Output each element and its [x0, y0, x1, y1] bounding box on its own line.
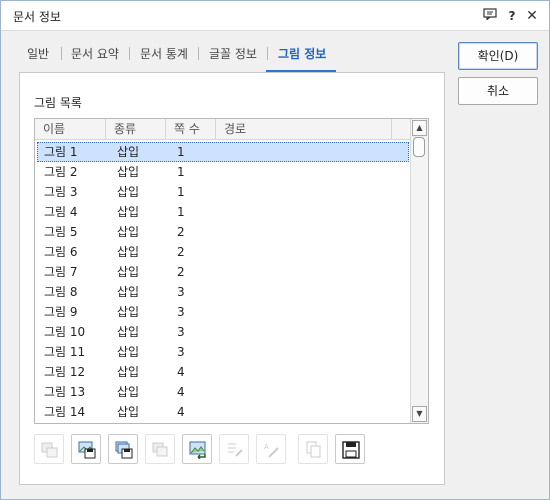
save-icon[interactable]	[335, 434, 365, 464]
table-row[interactable]: 그림 10 삽입 3	[37, 322, 409, 342]
table-row[interactable]: 그림 12 삽입 4	[37, 362, 409, 382]
image-name-cell: 그림 7	[44, 265, 78, 279]
image-type-cell: 삽입	[117, 265, 140, 279]
image-name-cell: 그림 12	[44, 365, 86, 379]
table-row[interactable]: 그림 9 삽입 3	[37, 302, 409, 322]
title-bar: 문서 정보 ? ✕	[1, 1, 549, 31]
image-type-cell: 삽입	[117, 345, 140, 359]
tab-image-info[interactable]: 그림 정보	[278, 45, 326, 62]
image-page-cell: 1	[177, 185, 185, 199]
image-page-cell: 1	[177, 145, 185, 159]
tab-separator	[61, 47, 62, 60]
table-row[interactable]: 그림 4 삽입 1	[37, 202, 409, 222]
tab-font-info[interactable]: 글꼴 정보	[209, 45, 257, 62]
tab-separator	[267, 47, 268, 60]
image-type-cell: 삽입	[117, 325, 140, 339]
image-type-cell: 삽입	[117, 165, 140, 179]
image-page-cell: 4	[177, 385, 185, 399]
column-header-path[interactable]: 경로	[216, 119, 392, 140]
table-row[interactable]: 그림 11 삽입 3	[37, 342, 409, 362]
cancel-button[interactable]: 취소	[458, 77, 538, 105]
image-list-label: 그림 목록	[34, 96, 82, 110]
tab-separator	[129, 47, 130, 60]
scroll-up-icon[interactable]: ▲	[412, 120, 427, 136]
image-page-cell: 3	[177, 345, 185, 359]
list-rows: 그림 1 삽입 1 그림 2 삽입 1 그림 3 삽입 1 그림 4 삽입 1 그림 5 삽입 2 그림 6 삽…	[37, 142, 409, 422]
image-page-cell: 1	[177, 205, 185, 219]
image-name-cell: 그림 14	[44, 405, 86, 419]
image-type-cell: 삽입	[117, 305, 140, 319]
image-page-cell: 1	[177, 165, 185, 179]
image-name-cell: 그림 5	[44, 225, 78, 239]
image-type-cell: 삽입	[117, 225, 140, 239]
image-name-cell: 그림 1	[44, 145, 78, 159]
image-page-cell: 3	[177, 325, 185, 339]
image-page-cell: 2	[177, 265, 185, 279]
image-type-cell: 삽입	[117, 405, 140, 419]
image-type-cell: 삽입	[117, 365, 140, 379]
image-name-cell: 그림 6	[44, 245, 78, 259]
tab-separator	[198, 47, 199, 60]
image-extract-icon[interactable]	[34, 434, 64, 464]
image-type-cell: 삽입	[117, 185, 140, 199]
tab-statistics[interactable]: 문서 통계	[140, 45, 188, 62]
image-properties-icon[interactable]	[219, 434, 249, 464]
image-type-cell: 삽입	[117, 245, 140, 259]
image-page-cell: 2	[177, 225, 185, 239]
image-save-icon[interactable]	[71, 434, 101, 464]
ok-button[interactable]: 확인(D)	[458, 42, 538, 70]
table-row[interactable]: 그림 2 삽입 1	[37, 162, 409, 182]
chat-icon[interactable]	[481, 7, 499, 25]
tab-general[interactable]: 일반	[27, 45, 49, 62]
image-type-cell: 삽입	[117, 145, 140, 159]
image-name-cell: 그림 11	[44, 345, 86, 359]
table-row[interactable]: 그림 3 삽입 1	[37, 182, 409, 202]
image-name-cell: 그림 8	[44, 285, 78, 299]
copy-icon[interactable]	[298, 434, 328, 464]
window-title: 문서 정보	[13, 10, 61, 24]
image-page-cell: 3	[177, 285, 185, 299]
image-name-cell: 그림 9	[44, 305, 78, 319]
document-info-dialog: 문서 정보 ? ✕ 일반 문서 요약 문서 통계 글꼴 정보 그림 정보 그림 …	[0, 0, 550, 500]
svg-text:A: A	[264, 444, 269, 451]
scroll-down-icon[interactable]: ▼	[412, 406, 427, 422]
image-type-cell: 삽입	[117, 385, 140, 399]
help-icon[interactable]: ?	[503, 7, 521, 25]
table-row[interactable]: 그림 8 삽입 3	[37, 282, 409, 302]
image-name-cell: 그림 13	[44, 385, 86, 399]
vertical-scrollbar[interactable]: ▲ ▼	[410, 119, 428, 423]
image-type-cell: 삽입	[117, 205, 140, 219]
scroll-thumb[interactable]	[413, 137, 425, 157]
table-row[interactable]: 그림 1 삽입 1	[37, 142, 409, 162]
image-name-cell: 그림 2	[44, 165, 78, 179]
image-page-cell: 4	[177, 365, 185, 379]
image-goto-icon[interactable]	[182, 434, 212, 464]
images-save-all-icon[interactable]	[108, 434, 138, 464]
image-page-cell: 4	[177, 405, 185, 419]
image-name-cell: 그림 10	[44, 325, 86, 339]
image-rename-icon[interactable]: A	[256, 434, 286, 464]
image-copy-icon[interactable]	[145, 434, 175, 464]
image-page-cell: 2	[177, 245, 185, 259]
table-row[interactable]: 그림 7 삽입 2	[37, 262, 409, 282]
table-row[interactable]: 그림 14 삽입 4	[37, 402, 409, 422]
tab-summary[interactable]: 문서 요약	[71, 45, 119, 62]
column-header-type[interactable]: 종류	[106, 119, 166, 140]
column-header-name[interactable]: 이름	[35, 119, 106, 140]
image-name-cell: 그림 4	[44, 205, 78, 219]
table-row[interactable]: 그림 5 삽입 2	[37, 222, 409, 242]
image-list[interactable]: 이름 종류 쪽 수 경로 그림 1 삽입 1 그림 2 삽입 1 그림 3 삽입 1 그림 4 삽입…	[34, 118, 429, 424]
close-icon[interactable]: ✕	[523, 7, 541, 25]
image-type-cell: 삽입	[117, 285, 140, 299]
image-page-cell: 3	[177, 305, 185, 319]
table-row[interactable]: 그림 13 삽입 4	[37, 382, 409, 402]
table-row[interactable]: 그림 6 삽입 2	[37, 242, 409, 262]
image-name-cell: 그림 3	[44, 185, 78, 199]
list-header: 이름 종류 쪽 수 경로	[35, 119, 411, 140]
column-header-page[interactable]: 쪽 수	[166, 119, 216, 140]
